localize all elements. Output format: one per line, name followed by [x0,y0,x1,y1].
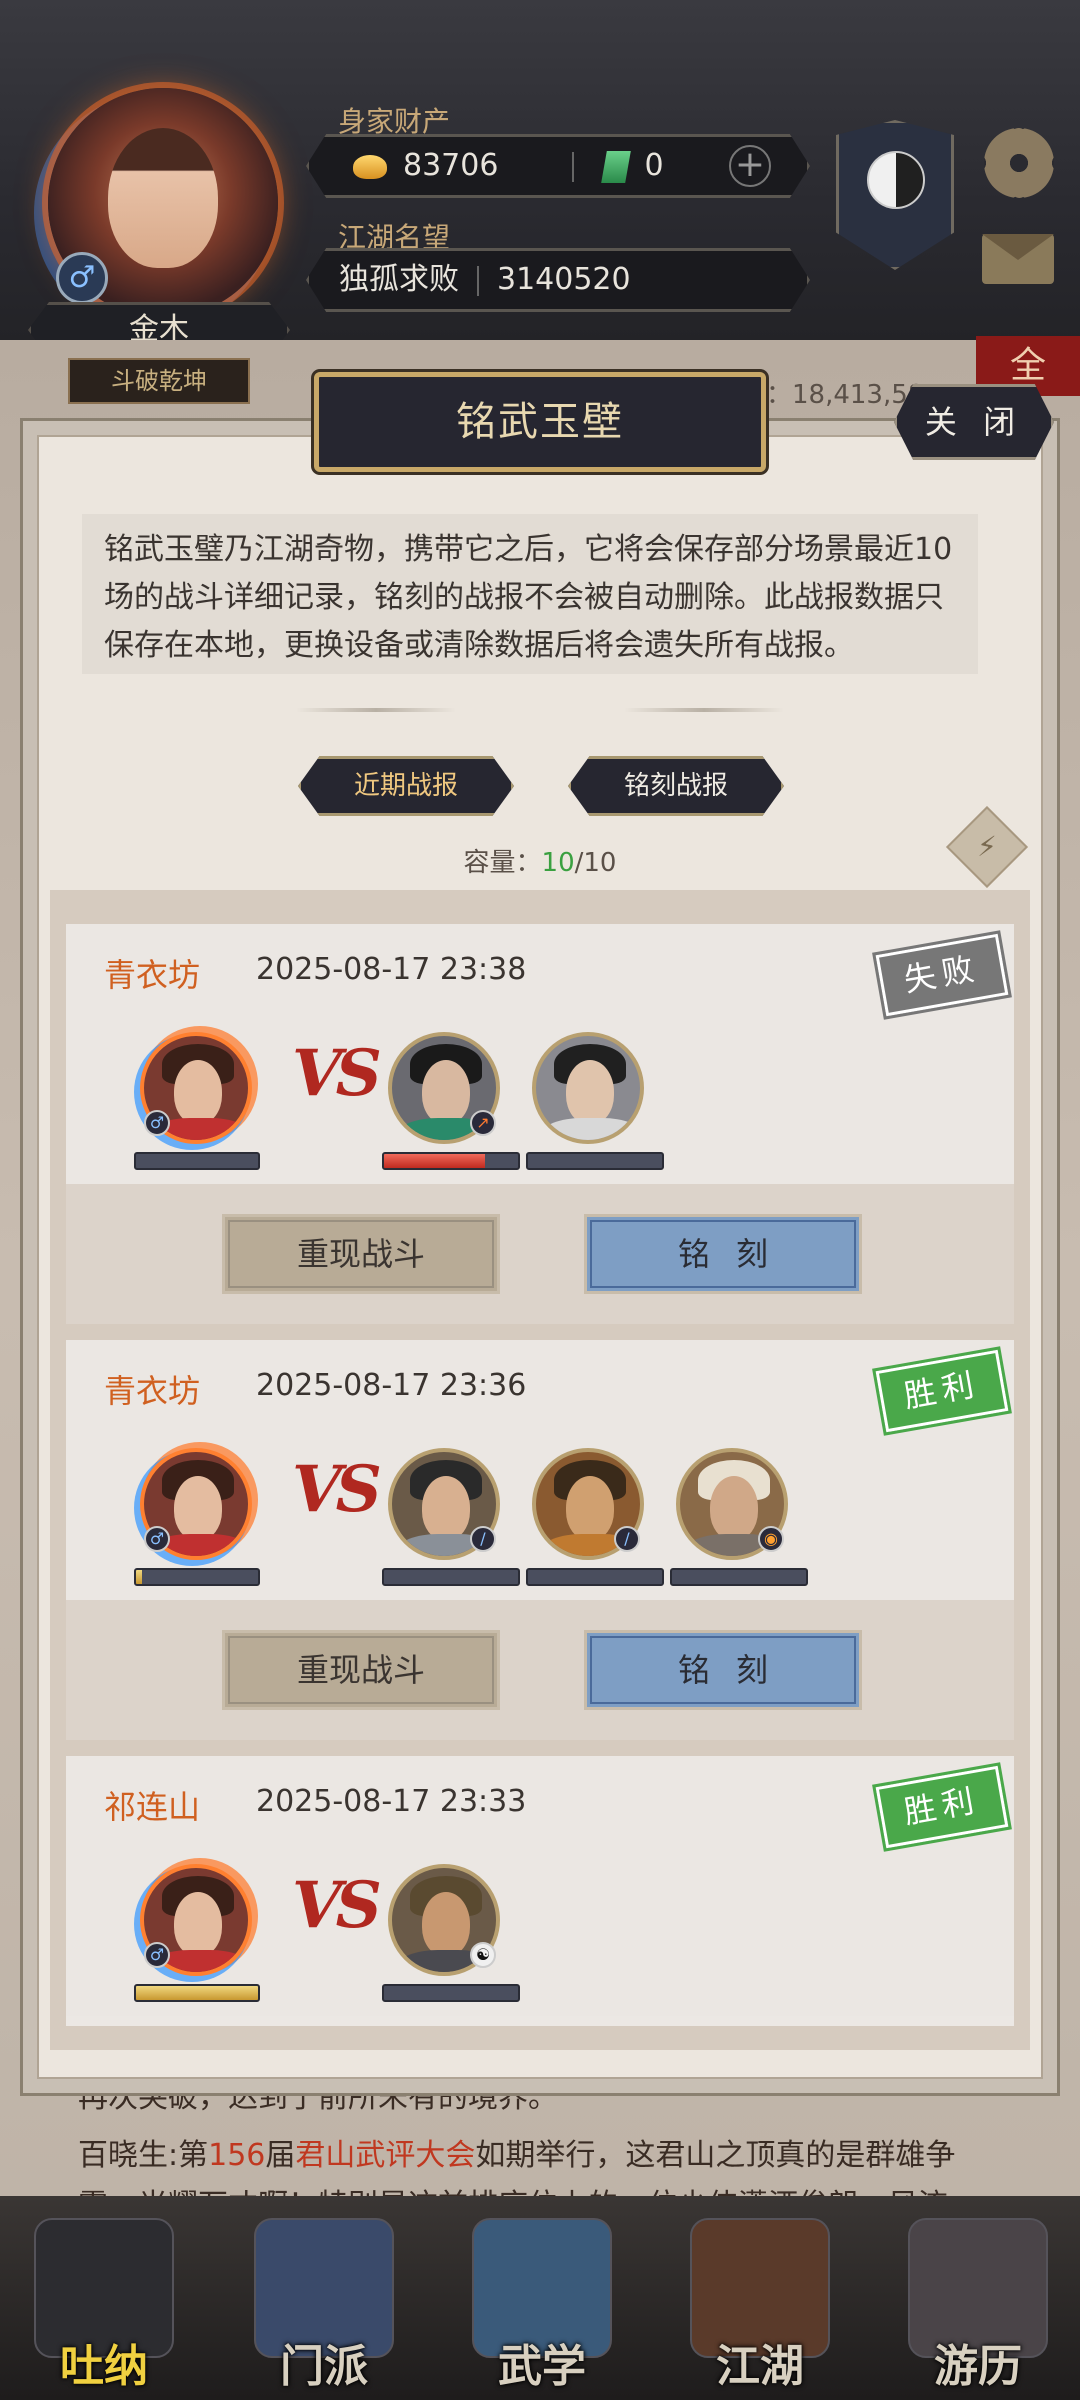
background-log-line-2: 百晓生:第156届君山武评大会如期举行，这君山之顶真的是群雄争 [78,2130,955,2174]
jade-icon [601,150,632,183]
log-line2-mid: 届 [265,2138,296,2173]
hp-fill [136,1570,143,1584]
ornament-divider-left [296,708,456,712]
top-header: ♂ 金木 身家财产 83706 0 + 江湖名望 独孤求败 3140520 [0,0,1080,358]
tab-engraved-reports[interactable]: 铭刻战报 [568,756,784,816]
capacity-used: 10 [541,848,575,878]
nav-label: 游历 [934,2341,1022,2392]
battle-report-list[interactable]: 青衣坊 2025-08-17 23:38 失败 ♂ VS ↗ 重现战斗 铭刻 青… [50,890,1030,2050]
replay-battle-button[interactable]: 重现战斗 [222,1214,500,1294]
male-gender-icon: ♂ [144,1942,170,1968]
record-button-row: 重现战斗 铭刻 [66,1600,1014,1740]
ornament-divider-right [624,708,784,712]
bottom-navigation: 吐纳 门派 武学 江湖 游历 [0,2196,1080,2400]
enemy-hp-bar [382,1984,520,2002]
log-line2-suffix: 如期举行，这君山之顶真的是群雄争 [475,2138,956,2173]
portrait-face [422,1476,470,1540]
enemy-portrait [532,1032,644,1144]
record-time: 2025-08-17 23:38 [256,952,527,987]
capacity-total: /10 [574,848,617,878]
mail-envelope-icon[interactable] [982,234,1054,284]
avatar-face [108,128,218,268]
silver-ingot-icon [353,154,387,179]
silver-amount: 83706 [403,148,499,183]
engrave-button[interactable]: 铭刻 [584,1214,862,1294]
add-currency-button[interactable]: + [729,145,771,187]
hp-fill [136,1986,258,2000]
battle-record: 青衣坊 2025-08-17 23:38 失败 ♂ VS ↗ 重现战斗 铭刻 [66,924,1014,1324]
record-time: 2025-08-17 23:33 [256,1784,527,1819]
wealth-bar: 83706 0 + [306,134,810,198]
portrait-face [422,1060,470,1124]
wealth-divider [572,151,575,182]
versus-label: VS [292,1868,382,1943]
versus-label: VS [292,1452,382,1527]
nav-travel[interactable]: 游历 [898,2210,1058,2396]
record-time: 2025-08-17 23:36 [256,1368,527,1403]
enemy-hp-bar [382,1152,520,1170]
reputation-value: 3140520 [497,262,631,297]
nav-sect[interactable]: 门派 [244,2210,404,2396]
engrave-button[interactable]: 铭刻 [584,1630,862,1710]
player-hp-bar [134,1984,260,2002]
portrait-face [174,1476,222,1540]
capacity-indicator: 容量：10/10 [0,842,1080,879]
record-location: 青衣坊 [104,956,201,994]
log-line2-prefix: 百晓生:第 [78,2138,209,2173]
portrait-face [422,1892,470,1956]
refresh-glyph: ⚡ [977,830,997,863]
log-line2-num: 156 [208,2138,266,2173]
enemy-hp-bar [382,1568,520,1586]
portrait-face [174,1892,222,1956]
taiji-icon: ☯ [470,1942,496,1968]
jade-amount: 0 [644,148,664,183]
portrait-face [566,1476,614,1540]
nav-label: 武学 [498,2341,586,2392]
male-gender-icon: ♂ [144,1526,170,1552]
reputation-bar: 独孤求败 3140520 [306,248,810,312]
tab-recent-reports[interactable]: 近期战报 [298,756,514,816]
modal-description: 铭武玉璧乃江湖奇物，携带它之后，它将会保存部分场景最近10场的战斗详细记录，铭刻… [82,514,978,674]
record-button-row: 重现战斗 铭刻 [66,1184,1014,1324]
record-location: 青衣坊 [104,1372,201,1410]
portrait-face [174,1060,222,1124]
record-location: 祁连山 [104,1788,201,1826]
enemy-hp-bar [670,1568,808,1586]
battle-record: 祁连山 2025-08-17 23:33 胜利 ♂ VS ☯ [66,1756,1014,2026]
nav-label: 吐纳 [60,2341,148,2392]
settings-gear-icon[interactable] [984,128,1054,198]
taiji-emblem-button[interactable] [836,120,954,270]
modal-title: 铭武玉壁 [314,372,766,472]
flame-icon: ◉ [758,1526,784,1552]
male-gender-icon: ♂ [144,1110,170,1136]
hp-fill [384,1154,485,1168]
capacity-label: 容量： [463,848,542,878]
reputation-title: 独孤求败 [339,262,459,297]
nav-label: 门派 [280,2341,368,2392]
sword-icon: / [470,1526,496,1552]
replay-battle-button[interactable]: 重现战斗 [222,1630,500,1710]
player-hp-bar [134,1152,260,1170]
nav-martial-arts[interactable]: 武学 [462,2210,622,2396]
taiji-icon [867,151,925,209]
close-button[interactable]: 关 闭 [894,384,1054,460]
male-gender-icon: ♂ [56,252,108,304]
nav-tuna[interactable]: 吐纳 [24,2210,184,2396]
portrait-face [566,1060,614,1124]
enemy-hp-bar [526,1152,664,1170]
sword-icon: / [614,1526,640,1552]
versus-label: VS [292,1036,382,1111]
nav-label: 江湖 [716,2341,804,2392]
battle-record: 青衣坊 2025-08-17 23:36 胜利 ♂ VS / / ◉ 重现战斗 … [66,1340,1014,1740]
portrait-face [710,1476,758,1540]
enemy-hp-bar [526,1568,664,1586]
player-title: 斗破乾坤 [68,358,250,404]
sect-icon: ↗ [470,1110,496,1136]
player-hp-bar [134,1568,260,1586]
reputation-divider [477,265,479,296]
log-line2-event: 君山武评大会 [295,2138,476,2173]
nav-jianghu[interactable]: 江湖 [680,2210,840,2396]
